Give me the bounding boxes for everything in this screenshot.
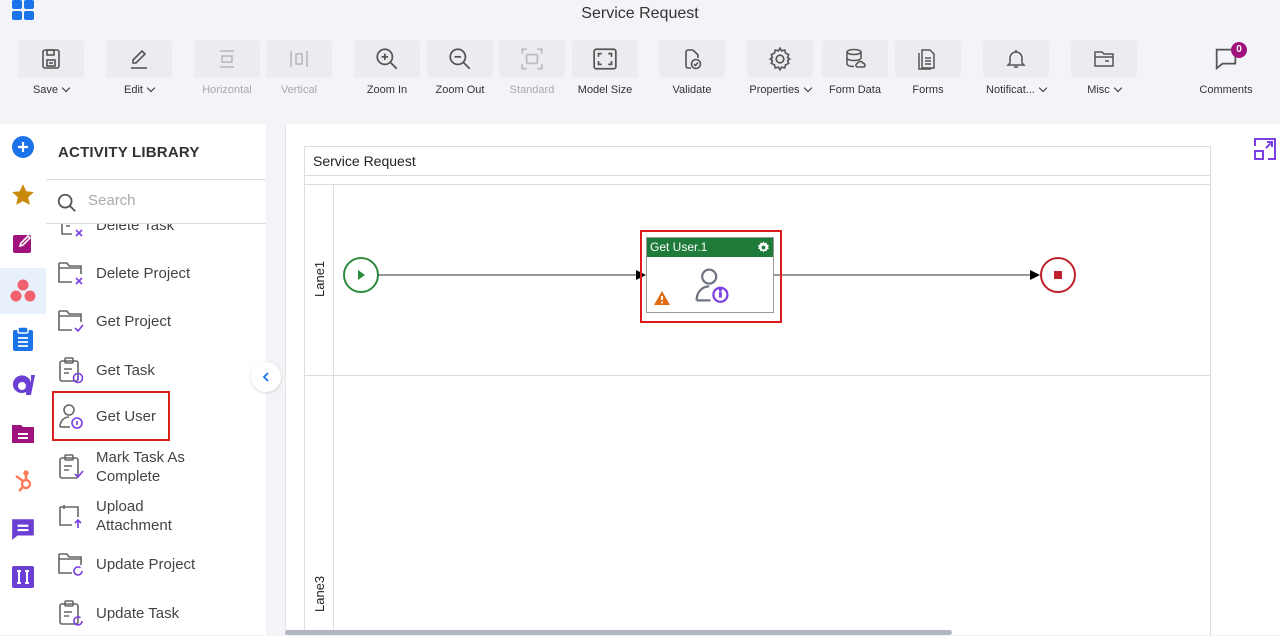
zoom-out-button[interactable]: Zoom Out — [427, 40, 493, 102]
star-icon — [12, 184, 34, 205]
pool-title: Service Request — [313, 153, 416, 169]
search-icon — [57, 193, 76, 212]
comment-icon — [1193, 40, 1259, 78]
plus-circle-icon — [12, 136, 34, 158]
properties-button[interactable]: Properties — [747, 40, 813, 102]
lane-label: Lane1 — [312, 260, 327, 297]
task-title: Get User.1 — [650, 240, 708, 254]
save-button[interactable]: Save — [18, 40, 84, 102]
horizontal-align-icon — [194, 40, 260, 78]
get-project-icon — [58, 310, 84, 333]
zoom-in-button[interactable]: Zoom In — [354, 40, 420, 102]
title-bar: Service Request — [0, 0, 1280, 30]
standard-button[interactable]: Standard — [499, 40, 565, 102]
integration-icon — [12, 566, 34, 588]
delete-task-icon — [61, 224, 83, 237]
search-input[interactable] — [88, 192, 248, 209]
form-data-icon — [822, 40, 888, 78]
save-icon — [18, 40, 84, 78]
library-search — [46, 179, 266, 224]
edit-icon — [106, 40, 172, 78]
lane-3[interactable]: Lane3 — [305, 376, 1210, 636]
forms-icon — [895, 40, 961, 78]
rail-item-hubspot[interactable] — [0, 458, 46, 504]
rail-item-add[interactable] — [0, 124, 46, 170]
zoom-in-icon — [354, 40, 420, 78]
rail-item-appian[interactable] — [0, 362, 46, 408]
comments-count-badge: 0 — [1231, 42, 1247, 58]
get-user-icon — [695, 268, 729, 303]
rail-item-favorites[interactable] — [0, 172, 46, 218]
model-size-button[interactable]: Model Size — [572, 40, 638, 102]
list-item-mark-task-complete[interactable]: Mark Task As Complete — [56, 448, 256, 486]
page-title: Service Request — [581, 5, 699, 22]
list-item-get-user[interactable]: Get User — [52, 391, 170, 441]
horizontal-button[interactable]: Horizontal — [194, 40, 260, 102]
chevron-down-icon — [1038, 83, 1048, 93]
list-item-delete-project[interactable]: Delete Project — [56, 258, 256, 288]
asana-icon — [10, 279, 36, 302]
list-item-update-task[interactable]: Update Task — [56, 598, 256, 628]
model-size-icon — [572, 40, 638, 78]
vertical-button[interactable]: Vertical — [266, 40, 332, 102]
update-task-icon — [59, 600, 83, 626]
forms-button[interactable]: Forms — [895, 40, 961, 102]
rail-item-integration[interactable] — [0, 554, 46, 600]
clipboard-icon — [13, 326, 33, 351]
upload-attachment-icon — [59, 505, 82, 528]
pool[interactable]: Service Request Lane1 Lane3 — [304, 146, 1211, 636]
list-item-delete-task[interactable]: Delete Task — [56, 224, 256, 240]
library-title: ACTIVITY LIBRARY — [58, 144, 200, 161]
vertical-align-icon — [266, 40, 332, 78]
toolbar: Save Edit Horizontal Vertical Zoom In Zo… — [0, 32, 1280, 104]
document-folder-icon — [12, 425, 34, 443]
rail-item-chat[interactable] — [0, 506, 46, 552]
activity-library: ACTIVITY LIBRARY Delete Task Delete Proj… — [46, 124, 266, 635]
mark-task-complete-icon — [59, 454, 84, 479]
notifications-button[interactable]: Notificat... — [983, 40, 1049, 102]
task-get-user[interactable]: Get User.1 — [646, 237, 774, 313]
appian-icon — [12, 375, 35, 395]
expand-icon[interactable] — [1252, 136, 1278, 162]
chat-icon — [12, 519, 34, 540]
folder-icon — [1071, 40, 1137, 78]
collapse-library-button[interactable] — [251, 362, 281, 392]
rail-item-asana[interactable] — [0, 268, 46, 314]
rail-item-document-folder[interactable] — [0, 410, 46, 456]
gear-icon[interactable] — [757, 241, 770, 254]
library-list: Delete Task Delete Project Get Project G… — [46, 224, 266, 635]
validate-button[interactable]: Validate — [659, 40, 725, 102]
list-item-get-project[interactable]: Get Project — [56, 306, 256, 336]
misc-button[interactable]: Misc — [1071, 40, 1137, 102]
left-rail — [0, 124, 46, 635]
comments-button[interactable]: 0 Comments — [1193, 40, 1259, 102]
chevron-down-icon — [1113, 83, 1123, 93]
chevron-left-icon — [262, 372, 269, 382]
horizontal-scrollbar[interactable] — [285, 630, 952, 635]
zoom-out-icon — [427, 40, 493, 78]
gear-icon — [747, 40, 813, 78]
list-item-upload-attachment[interactable]: Upload Attachment — [56, 497, 256, 535]
chevron-down-icon — [61, 83, 71, 93]
rail-item-forms[interactable] — [0, 220, 46, 266]
list-item-update-project[interactable]: Update Project — [56, 549, 256, 579]
hubspot-icon — [15, 470, 32, 492]
bell-icon — [983, 40, 1049, 78]
delete-project-icon — [58, 262, 83, 285]
edit-button[interactable]: Edit — [106, 40, 172, 102]
lane-label: Lane3 — [312, 575, 327, 612]
get-task-icon — [59, 357, 84, 384]
rail-item-clipboard[interactable] — [0, 316, 46, 362]
warning-icon[interactable] — [653, 290, 671, 306]
chevron-down-icon — [146, 83, 156, 93]
validate-icon — [659, 40, 725, 78]
chevron-down-icon — [803, 83, 812, 93]
form-data-button[interactable]: Form Data — [822, 40, 888, 102]
update-project-icon — [58, 553, 83, 576]
edit-square-icon — [13, 234, 32, 253]
standard-size-icon — [499, 40, 565, 78]
get-user-icon — [59, 404, 83, 429]
list-item-get-task[interactable]: Get Task — [56, 355, 256, 385]
